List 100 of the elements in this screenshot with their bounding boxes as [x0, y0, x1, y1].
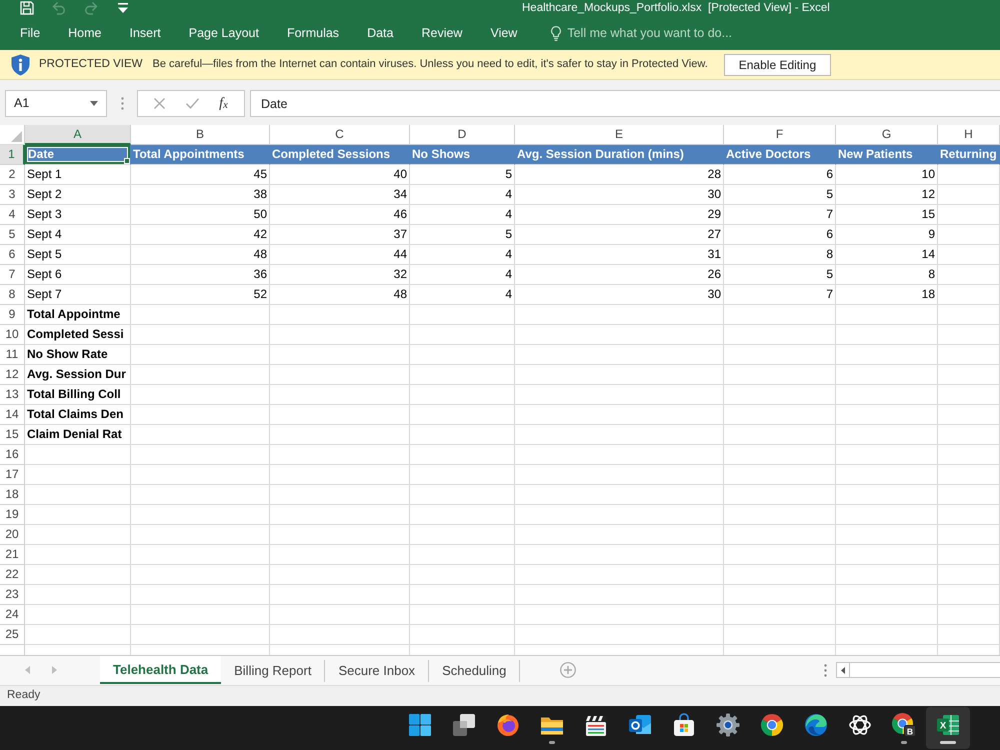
spreadsheet-cell[interactable]: 5	[410, 165, 515, 185]
spreadsheet-cell[interactable]: Sept 7	[25, 285, 131, 305]
spreadsheet-cell[interactable]: Completed Sessi	[25, 325, 131, 345]
spreadsheet-cell[interactable]: 9	[836, 225, 938, 245]
sheet-tab[interactable]: Scheduling	[429, 660, 520, 682]
insert-function-button[interactable]: f$_{x}$	[215, 93, 232, 114]
spreadsheet-cell[interactable]: 29	[515, 205, 724, 225]
spreadsheet-cell[interactable]: Sept 5	[25, 245, 131, 265]
spreadsheet-cell[interactable]: 15	[836, 205, 938, 225]
taskbar-button[interactable]: X	[926, 707, 970, 749]
taskbar-button[interactable]: B	[882, 707, 926, 749]
spreadsheet-cell[interactable]: 7	[724, 205, 836, 225]
formula-input[interactable]: Date	[250, 90, 1000, 117]
row-header[interactable]: 1	[0, 145, 25, 165]
spreadsheet-cell[interactable]: 4	[410, 185, 515, 205]
spreadsheet-cell[interactable]: 44	[270, 245, 410, 265]
spreadsheet-cell[interactable]: 6	[724, 225, 836, 245]
header-cell[interactable]: Avg. Session Duration (mins)	[515, 145, 724, 165]
spreadsheet-cell[interactable]: 10	[836, 165, 938, 185]
spreadsheet-cell[interactable]: 28	[515, 165, 724, 185]
ribbon-tab[interactable]: Data	[353, 21, 408, 45]
spreadsheet-cell[interactable]: 46	[270, 205, 410, 225]
spreadsheet-cell[interactable]: No Show Rate	[25, 345, 131, 365]
spreadsheet-cell[interactable]: 5	[724, 265, 836, 285]
spreadsheet-cell[interactable]: 4	[410, 285, 515, 305]
fill-handle-icon[interactable]	[124, 158, 130, 164]
spreadsheet-cell[interactable]: Sept 6	[25, 265, 131, 285]
spreadsheet-cell[interactable]: 45	[131, 165, 270, 185]
spreadsheet-cell[interactable]: 5	[724, 185, 836, 205]
spreadsheet-cell[interactable]: 30	[515, 185, 724, 205]
spreadsheet-cell[interactable]: 27	[515, 225, 724, 245]
spreadsheet-cell[interactable]: 26	[515, 265, 724, 285]
spreadsheet-cell[interactable]: 52	[131, 285, 270, 305]
spreadsheet-cell[interactable]: 40	[270, 165, 410, 185]
horizontal-scrollbar[interactable]	[836, 662, 1000, 678]
ribbon-tab[interactable]: Home	[54, 21, 116, 45]
spreadsheet-cell[interactable]: 48	[131, 245, 270, 265]
name-box[interactable]: A1	[5, 90, 107, 117]
ribbon-tab[interactable]: Insert	[116, 21, 175, 45]
header-cell[interactable]: Total Appointments	[131, 145, 270, 165]
sheet-tab[interactable]: Telehealth Data	[100, 656, 222, 684]
ribbon-tab[interactable]: File	[6, 21, 54, 45]
spreadsheet-cell[interactable]: Total Appointme	[25, 305, 131, 325]
header-cell[interactable]: Returning	[938, 145, 1000, 165]
column-header[interactable]: C	[270, 125, 410, 145]
spreadsheet-cell[interactable]: 37	[270, 225, 410, 245]
spreadsheet-cell[interactable]: 36	[131, 265, 270, 285]
spreadsheet-cell[interactable]: Total Billing Coll	[25, 385, 131, 405]
ribbon-tab[interactable]: Review	[407, 21, 476, 45]
column-header[interactable]: D	[410, 125, 515, 145]
spreadsheet-cell[interactable]: 42	[131, 225, 270, 245]
header-cell[interactable]: Active Doctors	[724, 145, 836, 165]
column-header[interactable]: E	[515, 125, 724, 145]
tell-me-field[interactable]: Tell me what you want to do...	[567, 24, 772, 42]
spreadsheet-cell[interactable]: 32	[270, 265, 410, 285]
spreadsheet-cell[interactable]: Sept 2	[25, 185, 131, 205]
spreadsheet-cell[interactable]: 12	[836, 185, 938, 205]
enable-editing-button[interactable]: Enable Editing	[724, 54, 832, 76]
spreadsheet-cell[interactable]: 4	[410, 245, 515, 265]
spreadsheet-cell[interactable]: 38	[131, 185, 270, 205]
column-header[interactable]: A	[25, 125, 131, 145]
vertical-dots-icon[interactable]	[824, 664, 827, 676]
customize-caret-icon[interactable]	[116, 1, 130, 15]
spreadsheet-cell[interactable]: 4	[410, 205, 515, 225]
header-cell[interactable]: New Patients	[836, 145, 938, 165]
spreadsheet-cell[interactable]: Sept 1	[25, 165, 131, 185]
header-cell[interactable]: Date	[25, 145, 131, 165]
ribbon-tab[interactable]: Page Layout	[174, 21, 273, 45]
column-header[interactable]: G	[836, 125, 938, 145]
spreadsheet-cell[interactable]: Sept 4	[25, 225, 131, 245]
header-cell[interactable]: Completed Sessions	[270, 145, 410, 165]
spreadsheet-cell[interactable]: Claim Denial Rat	[25, 425, 131, 445]
spreadsheet-cell[interactable]: 5	[410, 225, 515, 245]
spreadsheet-cell[interactable]: Total Claims Den	[25, 405, 131, 425]
spreadsheet-cell[interactable]: 30	[515, 285, 724, 305]
header-cell[interactable]: No Shows	[410, 145, 515, 165]
spreadsheet-cell[interactable]: 18	[836, 285, 938, 305]
spreadsheet-cell[interactable]: 7	[724, 285, 836, 305]
task-view-icon	[452, 712, 476, 736]
column-header[interactable]: H	[938, 125, 1000, 145]
column-header[interactable]: F	[724, 125, 836, 145]
save-icon[interactable]	[20, 1, 34, 15]
spreadsheet-cell[interactable]: 8	[724, 245, 836, 265]
ribbon-tab[interactable]: Formulas	[272, 21, 354, 45]
vertical-dots-icon[interactable]	[120, 97, 124, 110]
sheet-tab[interactable]: Secure Inbox	[325, 660, 430, 682]
column-header[interactable]: B	[131, 125, 270, 145]
spreadsheet-cell[interactable]: 14	[836, 245, 938, 265]
left-arrow-icon[interactable]	[841, 666, 845, 674]
spreadsheet-cell[interactable]: Sept 3	[25, 205, 131, 225]
spreadsheet-cell[interactable]: 4	[410, 265, 515, 285]
spreadsheet-cell[interactable]: 50	[131, 205, 270, 225]
ribbon-tab[interactable]: View	[476, 21, 532, 45]
spreadsheet-cell[interactable]: 34	[270, 185, 410, 205]
sheet-tab[interactable]: Billing Report	[221, 660, 326, 682]
spreadsheet-cell[interactable]: 8	[836, 265, 938, 285]
spreadsheet-cell[interactable]: 48	[270, 285, 410, 305]
spreadsheet-cell[interactable]: Avg. Session Dur	[25, 365, 131, 385]
spreadsheet-cell[interactable]: 31	[515, 245, 724, 265]
spreadsheet-cell[interactable]: 6	[724, 165, 836, 185]
